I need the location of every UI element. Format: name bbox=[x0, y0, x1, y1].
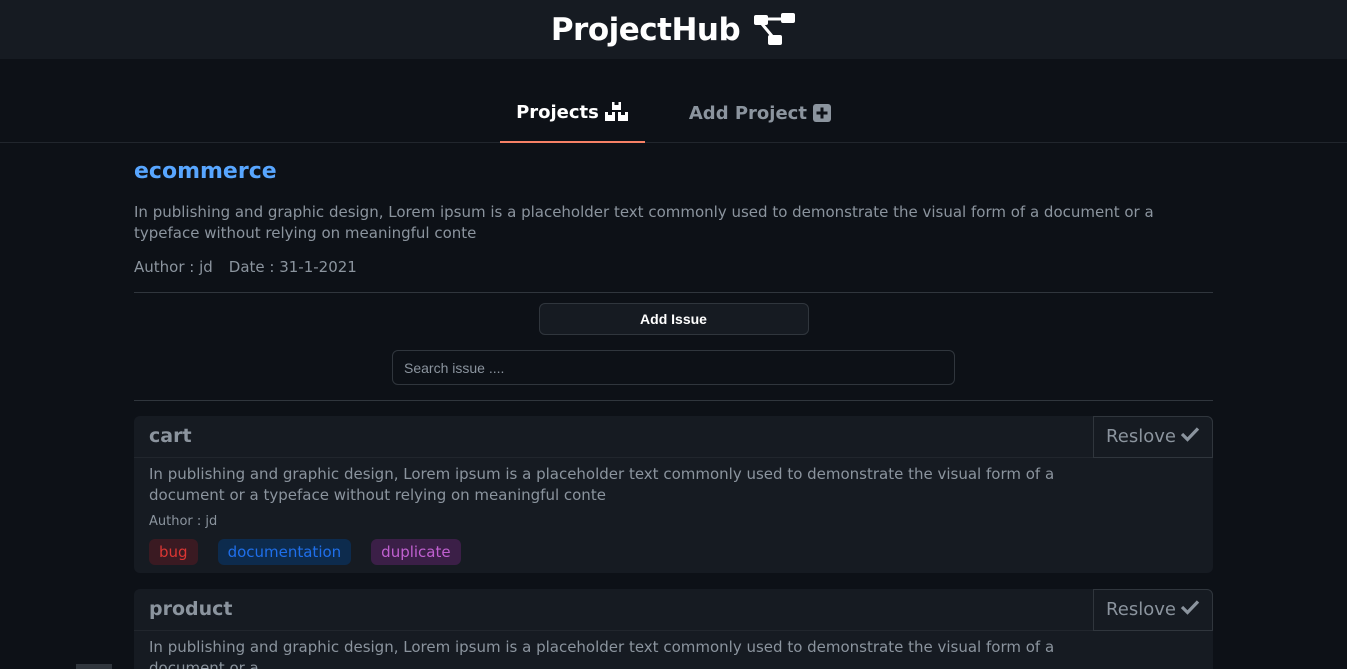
project-description: In publishing and graphic design, Lorem … bbox=[134, 203, 1154, 242]
plus-square-icon bbox=[812, 104, 831, 122]
issue-title: product bbox=[149, 597, 233, 620]
resolve-label: Reslove bbox=[1106, 599, 1176, 620]
issue-author: Author : jd bbox=[149, 514, 218, 529]
issue-card: cart Reslove In publishing and graphic d… bbox=[134, 415, 1213, 573]
check-icon bbox=[1180, 426, 1200, 447]
app-header: ProjectHub bbox=[0, 0, 1347, 59]
divider bbox=[134, 400, 1213, 401]
project-date: Date : 31-1-2021 bbox=[228, 258, 357, 276]
check-icon bbox=[1180, 599, 1200, 620]
issue-title: cart bbox=[149, 424, 192, 447]
issue-header: cart Reslove bbox=[134, 415, 1213, 458]
issue-labels: bug documentation duplicate bbox=[149, 539, 1198, 569]
project-author: Author : jd bbox=[134, 258, 213, 276]
issue-header: product Reslove bbox=[134, 588, 1213, 631]
issue-description: In publishing and graphic design, Lorem … bbox=[149, 638, 1055, 669]
tab-projects-label: Projects bbox=[516, 101, 599, 123]
resolve-label: Reslove bbox=[1106, 426, 1176, 447]
project-title: ecommerce bbox=[134, 159, 277, 184]
project-meta: Author : jd Date : 31-1-2021 bbox=[134, 258, 1213, 276]
resolve-button[interactable]: Reslove bbox=[1093, 588, 1213, 631]
brand-title[interactable]: ProjectHub bbox=[551, 12, 741, 48]
tab-add-project-label: Add Project bbox=[688, 102, 807, 124]
resolve-button[interactable]: Reslove bbox=[1093, 415, 1213, 458]
label-duplicate[interactable]: duplicate bbox=[371, 539, 461, 565]
nav-tabs: Projects Add Project bbox=[0, 59, 1347, 143]
project-content: ecommerce In publishing and graphic desi… bbox=[134, 159, 1213, 669]
issue-description: In publishing and graphic design, Lorem … bbox=[149, 465, 1055, 504]
boxes-icon bbox=[604, 102, 629, 122]
add-issue-button[interactable]: Add Issue bbox=[538, 303, 809, 335]
scrollbar-thumb[interactable] bbox=[76, 664, 112, 669]
network-icon bbox=[754, 12, 796, 47]
search-input[interactable] bbox=[392, 350, 955, 385]
label-documentation[interactable]: documentation bbox=[217, 539, 352, 565]
label-bug[interactable]: bug bbox=[149, 539, 198, 565]
divider bbox=[134, 292, 1213, 293]
tab-add-project[interactable]: Add Project bbox=[673, 83, 847, 143]
issue-card: product Reslove In publishing and graphi… bbox=[134, 588, 1213, 669]
tab-projects[interactable]: Projects bbox=[500, 83, 645, 143]
